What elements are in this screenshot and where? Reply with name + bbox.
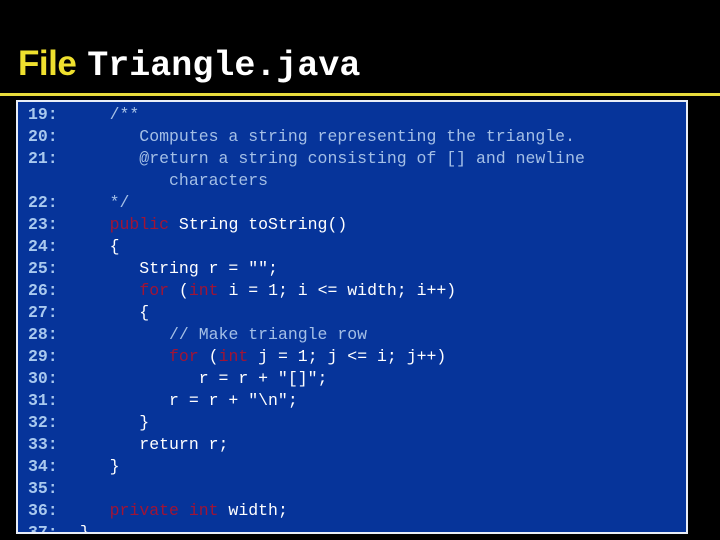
code-line-number: 30: xyxy=(28,369,58,388)
code-line-source: */ xyxy=(70,193,130,212)
code-line-number: 20: xyxy=(28,127,58,146)
code-token-keyword: int xyxy=(218,347,249,366)
title-filename: Triangle.java xyxy=(87,46,361,86)
code-token-plain: { xyxy=(70,237,120,256)
code-line-number: 32: xyxy=(28,413,58,432)
code-token-comment: /** xyxy=(109,105,140,124)
code-line: 29: for (int j = 1; j <= i; j++) xyxy=(18,346,686,368)
code-line-source: private int width; xyxy=(70,501,288,520)
code-line-source: } xyxy=(70,457,120,476)
code-token-comment: @return a string consisting of [] and ne… xyxy=(70,149,585,168)
code-token-plain: } xyxy=(70,523,90,534)
code-line: 26: for (int i = 1; i <= width; i++) xyxy=(18,280,686,302)
code-line-source: characters xyxy=(70,171,268,190)
code-token-keyword: for xyxy=(169,347,199,366)
code-line-source: r = r + "\n"; xyxy=(70,391,298,410)
code-token-plain: return r; xyxy=(70,435,229,454)
code-line: 30: r = r + "[]"; xyxy=(18,368,686,390)
code-token-plain: } xyxy=(70,413,150,432)
code-line: 21: @return a string consisting of [] an… xyxy=(18,148,686,170)
code-line-number: 37: xyxy=(28,523,58,534)
code-line-source: for (int j = 1; j <= i; j++) xyxy=(70,347,446,366)
code-line: 25: String r = ""; xyxy=(18,258,686,280)
code-line: characters xyxy=(18,170,686,192)
code-line-number: 19: xyxy=(28,105,58,124)
code-line-source: Computes a string representing the trian… xyxy=(70,127,575,146)
code-line: 33: return r; xyxy=(18,434,686,456)
code-token-comment: characters xyxy=(70,171,269,190)
code-line: 20: Computes a string representing the t… xyxy=(18,126,686,148)
code-line-number: 26: xyxy=(28,281,58,300)
code-panel: 19: /** 20: Computes a string representin… xyxy=(16,100,688,534)
code-line-number: 36: xyxy=(28,501,58,520)
code-line-number: 21: xyxy=(28,149,58,168)
code-token-plain: ( xyxy=(169,281,189,300)
slide-root: File Triangle.java 19: /** 20: Computes a… xyxy=(0,0,720,540)
page-title: File Triangle.java xyxy=(18,44,360,88)
code-line: 22: */ xyxy=(18,192,686,214)
code-line-number: 33: xyxy=(28,435,58,454)
code-line-number: 23: xyxy=(28,215,58,234)
code-line: 24: { xyxy=(18,236,686,258)
code-token-plain: i = 1; i <= width; i++) xyxy=(218,281,457,300)
code-line-number: 22: xyxy=(28,193,58,212)
code-line-number: 25: xyxy=(28,259,58,278)
code-line-number: 28: xyxy=(28,325,58,344)
code-token-keyword: public xyxy=(109,215,170,234)
code-line-source: // Make triangle row xyxy=(70,325,367,344)
code-line: 27: { xyxy=(18,302,686,324)
code-line-source: String r = ""; xyxy=(70,259,278,278)
code-line: 32: } xyxy=(18,412,686,434)
code-listing: 19: /** 20: Computes a string representin… xyxy=(18,104,686,534)
code-line-source: /** xyxy=(70,105,140,124)
code-token-keyword: private int xyxy=(109,501,219,520)
code-token-plain: r = r + "[]"; xyxy=(70,369,328,388)
code-line-source: r = r + "[]"; xyxy=(70,369,328,388)
code-line-source: public String toString() xyxy=(70,215,348,234)
code-line: 28: // Make triangle row xyxy=(18,324,686,346)
code-line-number: 29: xyxy=(28,347,58,366)
code-token-plain: ( xyxy=(198,347,219,366)
code-token-plain: } xyxy=(70,457,120,476)
code-token-comment: // Make triangle row xyxy=(169,325,368,344)
code-line-number: 27: xyxy=(28,303,58,322)
code-line-source: { xyxy=(70,303,149,322)
code-token-comment: */ xyxy=(109,193,130,212)
code-token-keyword: int xyxy=(188,281,219,300)
code-line-number: 35: xyxy=(28,479,58,498)
code-line: 37: } xyxy=(18,522,686,534)
code-line: 35: xyxy=(18,478,686,500)
code-line: 23: public String toString() xyxy=(18,214,686,236)
code-line-source: { xyxy=(70,237,120,256)
title-label-file: File xyxy=(18,44,77,83)
title-divider xyxy=(0,93,720,96)
code-line-number: 34: xyxy=(28,457,58,476)
code-token-plain: r = r + "\n"; xyxy=(70,391,298,410)
code-line-source: @return a string consisting of [] and ne… xyxy=(70,149,585,168)
code-token-keyword: for xyxy=(139,281,170,300)
code-line: 19: /** xyxy=(18,104,686,126)
code-token-plain: width; xyxy=(218,501,288,520)
code-line: 31: r = r + "\n"; xyxy=(18,390,686,412)
code-line: 34: } xyxy=(18,456,686,478)
code-token-plain: { xyxy=(70,303,150,322)
code-token-plain: String r = ""; xyxy=(70,259,278,278)
code-line-source: return r; xyxy=(70,435,228,454)
code-line-number: 24: xyxy=(28,237,58,256)
code-line-source: } xyxy=(70,523,90,534)
code-line-source: for (int i = 1; i <= width; i++) xyxy=(70,281,456,300)
code-token-plain: j = 1; j <= i; j++) xyxy=(248,347,447,366)
code-token-plain: String toString() xyxy=(169,215,348,234)
code-line-source: } xyxy=(70,413,149,432)
code-line-number: 31: xyxy=(28,391,58,410)
code-token-comment: Computes a string representing the trian… xyxy=(70,127,575,146)
code-line: 36: private int width; xyxy=(18,500,686,522)
